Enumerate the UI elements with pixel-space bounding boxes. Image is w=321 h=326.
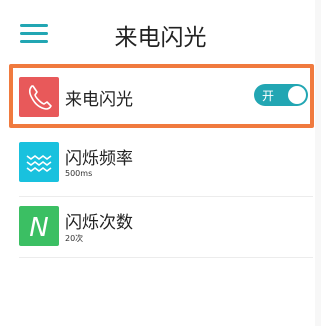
setting-label: 闪烁频率 <box>65 149 133 169</box>
setting-incoming-call-flash[interactable]: 来电闪光 开 <box>0 66 321 128</box>
svg-text:N: N <box>29 213 48 243</box>
setting-label: 来电闪光 <box>65 90 133 110</box>
setting-label: 闪烁次数 <box>65 213 133 233</box>
toggle-state-label: 开 <box>262 89 275 103</box>
setting-value: 20次 <box>65 234 84 243</box>
scrollbar-track <box>315 0 321 326</box>
app-bar: 来电闪光 <box>0 0 321 60</box>
toggle-knob <box>288 86 306 104</box>
letter-n-icon: N <box>19 206 59 246</box>
flash-toggle[interactable]: 开 <box>254 84 308 106</box>
wave-icon <box>19 142 59 182</box>
divider <box>19 196 313 197</box>
divider <box>19 257 313 258</box>
page-title: 来电闪光 <box>114 25 207 51</box>
phone-icon <box>19 77 59 117</box>
setting-value: 500ms <box>65 169 93 178</box>
setting-flash-frequency[interactable]: 闪烁频率 500ms <box>0 132 321 194</box>
setting-flash-count[interactable]: N 闪烁次数 20次 <box>0 199 321 261</box>
